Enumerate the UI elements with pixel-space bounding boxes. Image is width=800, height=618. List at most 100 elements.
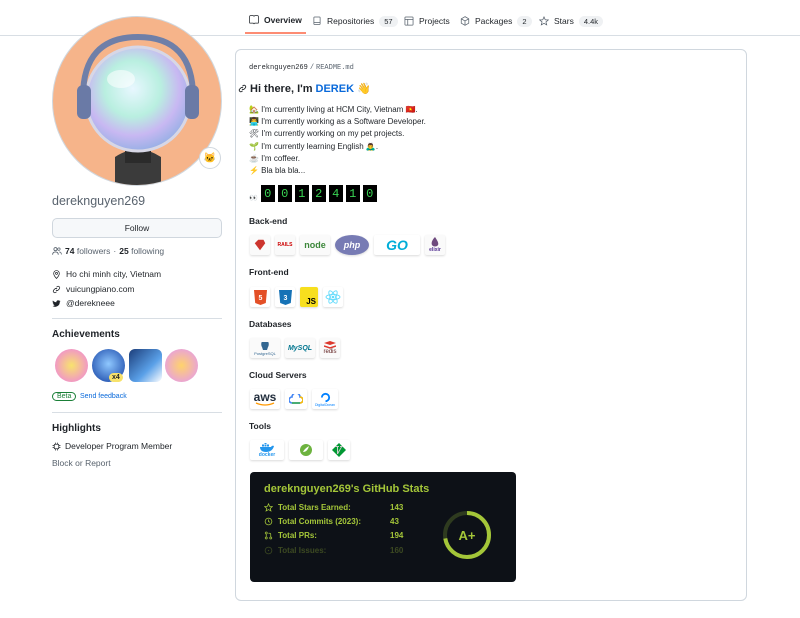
following-count: 25 — [119, 246, 129, 256]
beta-label: Beta — [52, 392, 77, 401]
status-emoji-badge[interactable]: 🐱 — [199, 147, 221, 169]
go-logo[interactable]: GO — [374, 235, 420, 255]
mysql-logo-text: MySQL — [287, 344, 313, 352]
package-icon — [460, 16, 470, 26]
counter-digit: 2 — [311, 185, 326, 202]
backend-heading: Back-end — [249, 216, 288, 226]
readme-file-link[interactable]: README.md — [316, 64, 354, 72]
counter-digit: 0 — [260, 185, 275, 202]
github-stats-card: dereknguyen269's GitHub Stats Total Star… — [250, 472, 516, 582]
followers-link[interactable]: 74 followers — [65, 246, 110, 256]
databases-heading: Databases — [249, 319, 292, 329]
twitter-icon — [52, 299, 61, 307]
path-separator: / — [309, 64, 315, 72]
ruby-logo[interactable] — [250, 235, 270, 255]
block-report-link[interactable]: Block or Report — [52, 458, 111, 468]
tab-stars[interactable]: Stars 4.4k — [535, 8, 607, 34]
css3-logo[interactable]: 3 — [275, 287, 295, 307]
redis-logo[interactable]: redis — [320, 338, 340, 358]
database-logos: PostgreSQL MySQL redis — [250, 338, 340, 358]
issue-icon — [264, 546, 273, 555]
google-cloud-logo[interactable] — [285, 389, 307, 409]
stars-count: 4.4k — [578, 15, 604, 27]
cloud-logos: aws DigitalOcean — [250, 389, 338, 409]
vim-logo[interactable] — [328, 440, 350, 460]
wave-emoji: 👋 — [357, 83, 371, 95]
docker-logo[interactable]: docker — [250, 440, 284, 460]
rails-logo[interactable]: RAILS — [275, 235, 295, 255]
status-emoji: 🐱 — [203, 152, 217, 164]
postgresql-logo[interactable]: PostgreSQL — [250, 338, 280, 358]
tab-repositories[interactable]: Repositories 57 — [308, 8, 402, 34]
javascript-logo-text: JS — [306, 297, 316, 306]
tab-packages[interactable]: Packages 2 — [456, 8, 536, 34]
greeting-name: DEREK — [315, 82, 355, 95]
anchor-link-icon[interactable] — [238, 84, 247, 93]
frontend-logos: 5 3 JS — [250, 287, 343, 307]
digitalocean-logo[interactable]: DigitalOcean — [312, 389, 338, 409]
nodejs-logo[interactable]: node — [300, 235, 330, 255]
follow-button[interactable]: Follow — [52, 218, 222, 238]
achievement-quickdraw[interactable] — [165, 349, 198, 382]
website-link[interactable]: vuicungpiano.com — [66, 284, 135, 294]
readme-heading: Hi there, I'm DEREK 👋 — [238, 82, 371, 95]
cpu-icon — [52, 442, 61, 450]
backend-logos: RAILS node php GO elixir — [250, 235, 445, 255]
achievement-arctic[interactable] — [129, 349, 162, 382]
stat-value-stars: 143 — [390, 503, 404, 512]
avatar[interactable] — [52, 16, 222, 186]
php-logo-text: php — [343, 240, 361, 250]
location-row: Ho chi minh city, Vietnam — [52, 269, 161, 279]
twitter-handle[interactable]: @derekneee — [66, 298, 115, 308]
highlight-item: Developer Program Member — [52, 441, 172, 451]
visitor-counter: 👀 0 0 1 2 4 1 0 — [249, 185, 377, 202]
link-icon — [52, 285, 61, 293]
book-icon — [249, 15, 259, 25]
achievement-multiplier: x4 — [109, 373, 123, 382]
rails-logo-text: RAILS — [277, 242, 293, 248]
html5-logo[interactable]: 5 — [250, 287, 270, 307]
highlights-title: Highlights — [52, 423, 101, 434]
location-text: Ho chi minh city, Vietnam — [66, 269, 162, 279]
spring-logo[interactable] — [289, 440, 323, 460]
follow-separator: · — [113, 246, 117, 256]
svg-text:3: 3 — [283, 295, 287, 302]
following-link[interactable]: 25 following — [119, 246, 164, 256]
svg-text:5: 5 — [258, 295, 262, 302]
php-logo[interactable]: php — [335, 235, 369, 255]
achievements-title: Achievements — [52, 329, 120, 340]
aws-logo[interactable]: aws — [250, 389, 280, 409]
list-item: 🌱 I'm currently learning English 🙇‍♂️. — [249, 141, 379, 151]
table-icon — [404, 16, 414, 26]
tab-packages-label: Packages — [475, 16, 513, 26]
following-label: following — [131, 246, 165, 256]
stat-row-stars: Total Stars Earned: — [264, 503, 351, 512]
stat-value-commits: 43 — [390, 517, 399, 526]
javascript-logo[interactable]: JS — [300, 287, 318, 307]
tab-projects[interactable]: Projects — [400, 8, 454, 34]
list-item: ⚡ Bla bla bla... — [249, 166, 306, 176]
react-logo[interactable] — [323, 287, 343, 307]
list-item: 👨‍💻 I'm currently working as a Software … — [249, 117, 426, 127]
tab-overview-label: Overview — [264, 15, 302, 25]
stat-row-issues: Total Issues: — [264, 546, 326, 555]
twitter-row[interactable]: @derekneee — [52, 298, 115, 308]
readme-owner-link[interactable]: dereknguyen269 — [249, 64, 308, 72]
docker-logo-text: docker — [258, 451, 276, 458]
aws-logo-text: aws — [253, 389, 277, 404]
star-icon — [539, 16, 549, 26]
website-row[interactable]: vuicungpiano.com — [52, 284, 135, 294]
stat-row-prs: Total PRs: — [264, 531, 317, 540]
postgresql-logo-text: PostgreSQL — [254, 350, 276, 356]
achievement-yolo[interactable] — [55, 349, 88, 382]
followers-label: followers — [76, 246, 111, 256]
repo-icon — [313, 16, 321, 25]
list-item: 🏡 I'm currently living at HCM City, Viet… — [249, 105, 418, 114]
pull-request-icon — [264, 531, 273, 540]
list-item: 🛠 I'm currently working on my pet projec… — [249, 129, 405, 139]
mysql-logo[interactable]: MySQL — [285, 338, 315, 358]
sidebar-divider-2 — [52, 412, 222, 413]
send-feedback-link[interactable]: Send feedback — [80, 393, 127, 400]
elixir-logo[interactable]: elixir — [425, 235, 445, 255]
tab-overview[interactable]: Overview — [245, 8, 306, 34]
